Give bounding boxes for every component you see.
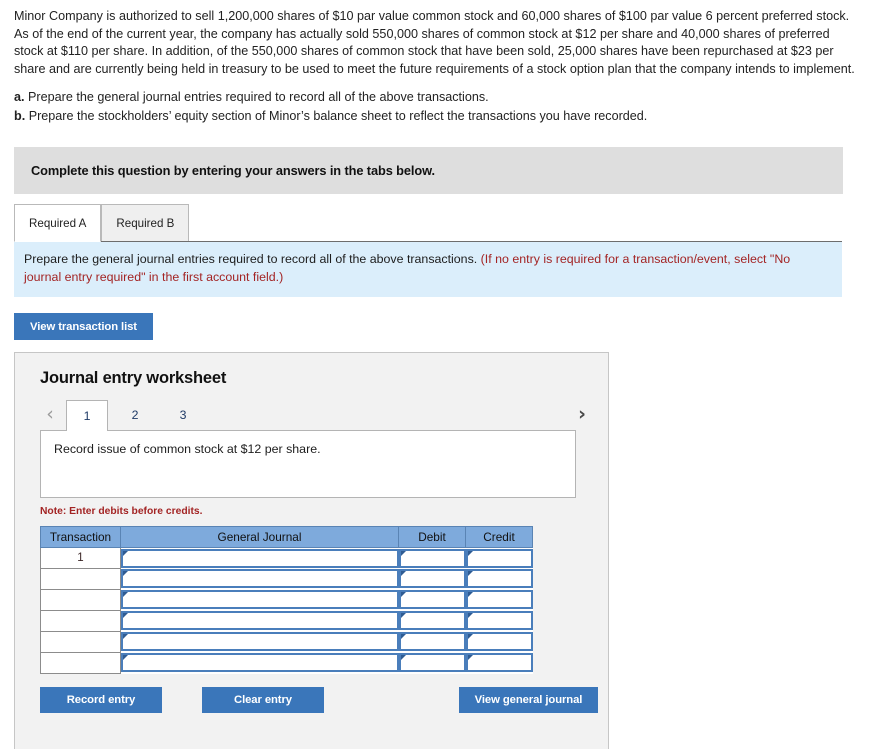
requirement-a-text: Prepare the general journal entries requ… [28, 90, 489, 105]
tab-required-b[interactable]: Required B [101, 204, 190, 242]
credit-cell[interactable] [465, 569, 533, 590]
instruction-band: Prepare the general journal entries requ… [14, 241, 842, 298]
entry-description-box: Record issue of common stock at $12 per … [40, 430, 576, 499]
journal-entry-worksheet-panel: Journal entry worksheet ‹ 1 2 3 › Record… [14, 352, 609, 749]
transaction-number-cell [40, 652, 121, 675]
credit-cell[interactable] [465, 632, 533, 653]
debit-input[interactable] [398, 548, 466, 568]
transaction-number-cell [40, 631, 121, 654]
credit-cell[interactable] [465, 653, 533, 674]
page-tab-3[interactable]: 3 [162, 400, 204, 430]
transaction-number-cell: 1 [40, 547, 121, 570]
credit-cell[interactable] [465, 590, 533, 611]
view-transaction-list-button[interactable]: View transaction list [14, 313, 153, 341]
debit-input[interactable] [398, 590, 466, 610]
column-header-transaction: Transaction [40, 526, 121, 549]
clear-entry-button[interactable]: Clear entry [202, 687, 324, 714]
debit-input[interactable] [398, 653, 466, 673]
debit-input[interactable] [398, 611, 466, 631]
debit-input[interactable] [398, 569, 466, 589]
problem-text: Minor Company is authorized to sell 1,20… [14, 9, 855, 76]
requirement-b-letter: b. [14, 108, 26, 123]
complete-question-banner: Complete this question by entering your … [14, 147, 843, 195]
debit-cell[interactable] [398, 548, 466, 569]
general-journal-cell[interactable] [121, 590, 399, 611]
worksheet-title: Journal entry worksheet [40, 369, 227, 388]
transaction-number-cell [40, 610, 121, 633]
record-entry-button[interactable]: Record entry [40, 687, 162, 714]
page-tab-1[interactable]: 1 [66, 400, 108, 432]
general-journal-cell[interactable] [121, 632, 399, 653]
credit-input[interactable] [465, 611, 533, 631]
table-row [40, 631, 533, 654]
banner-text: Complete this question by entering your … [31, 163, 435, 179]
view-general-journal-button[interactable]: View general journal [459, 687, 598, 714]
debit-cell[interactable] [398, 632, 466, 653]
table-row [40, 589, 533, 612]
column-header-debit: Debit [398, 526, 466, 549]
table-header-row: Transaction General Journal Debit Credit [40, 526, 533, 549]
general-journal-cell[interactable] [121, 611, 399, 632]
tab-required-b-label: Required B [116, 216, 175, 230]
table-row [40, 652, 533, 675]
worksheet-pager: ‹ 1 2 3 › [15, 400, 608, 432]
account-select-input[interactable] [121, 569, 399, 589]
account-select-input[interactable] [121, 611, 399, 631]
tab-strip: Required A Required B [14, 204, 843, 243]
credit-input[interactable] [465, 569, 533, 589]
tab-required-a[interactable]: Required A [14, 204, 102, 243]
credit-input[interactable] [465, 548, 533, 568]
tab-required-a-label: Required A [29, 216, 87, 230]
column-header-general-journal: General Journal [120, 526, 399, 549]
account-select-input[interactable] [121, 590, 399, 610]
requirement-a-letter: a. [14, 90, 25, 105]
requirement-a: a. Prepare the general journal entries r… [14, 88, 872, 107]
journal-entry-table: Transaction General Journal Debit Credit… [40, 526, 533, 675]
account-select-input[interactable] [121, 548, 399, 568]
general-journal-cell[interactable] [121, 653, 399, 674]
column-header-credit: Credit [465, 526, 533, 549]
table-row [40, 568, 533, 591]
account-select-input[interactable] [121, 653, 399, 673]
credit-input[interactable] [465, 653, 533, 673]
credit-cell[interactable] [465, 611, 533, 632]
table-row [40, 610, 533, 633]
debit-cell[interactable] [398, 611, 466, 632]
credit-input[interactable] [465, 590, 533, 610]
debits-before-credits-note: Note: Enter debits before credits. [40, 506, 203, 518]
worksheet-action-buttons: Record entry Clear entry View general jo… [40, 687, 598, 714]
requirement-b-text: Prepare the stockholders’ equity section… [28, 108, 648, 123]
transaction-number-cell [40, 568, 121, 591]
problem-statement: Minor Company is authorized to sell 1,20… [0, 0, 872, 78]
entry-description-text: Record issue of common stock at $12 per … [54, 442, 321, 457]
page-tab-2[interactable]: 2 [114, 400, 156, 430]
credit-cell[interactable] [465, 548, 533, 569]
debit-cell[interactable] [398, 569, 466, 590]
table-row: 1 [40, 547, 533, 570]
instruction-main-text: Prepare the general journal entries requ… [24, 252, 478, 267]
requirements-list: a. Prepare the general journal entries r… [0, 78, 886, 125]
requirement-b: b. Prepare the stockholders’ equity sect… [14, 107, 872, 126]
general-journal-cell[interactable] [121, 569, 399, 590]
general-journal-cell[interactable] [121, 548, 399, 569]
chevron-right-icon[interactable]: › [572, 400, 592, 428]
transaction-number-cell [40, 589, 121, 612]
credit-input[interactable] [465, 632, 533, 652]
debit-input[interactable] [398, 632, 466, 652]
debit-cell[interactable] [398, 653, 466, 674]
table-body: 1 [40, 547, 533, 675]
account-select-input[interactable] [121, 632, 399, 652]
chevron-left-icon[interactable]: ‹ [40, 400, 60, 430]
debit-cell[interactable] [398, 590, 466, 611]
